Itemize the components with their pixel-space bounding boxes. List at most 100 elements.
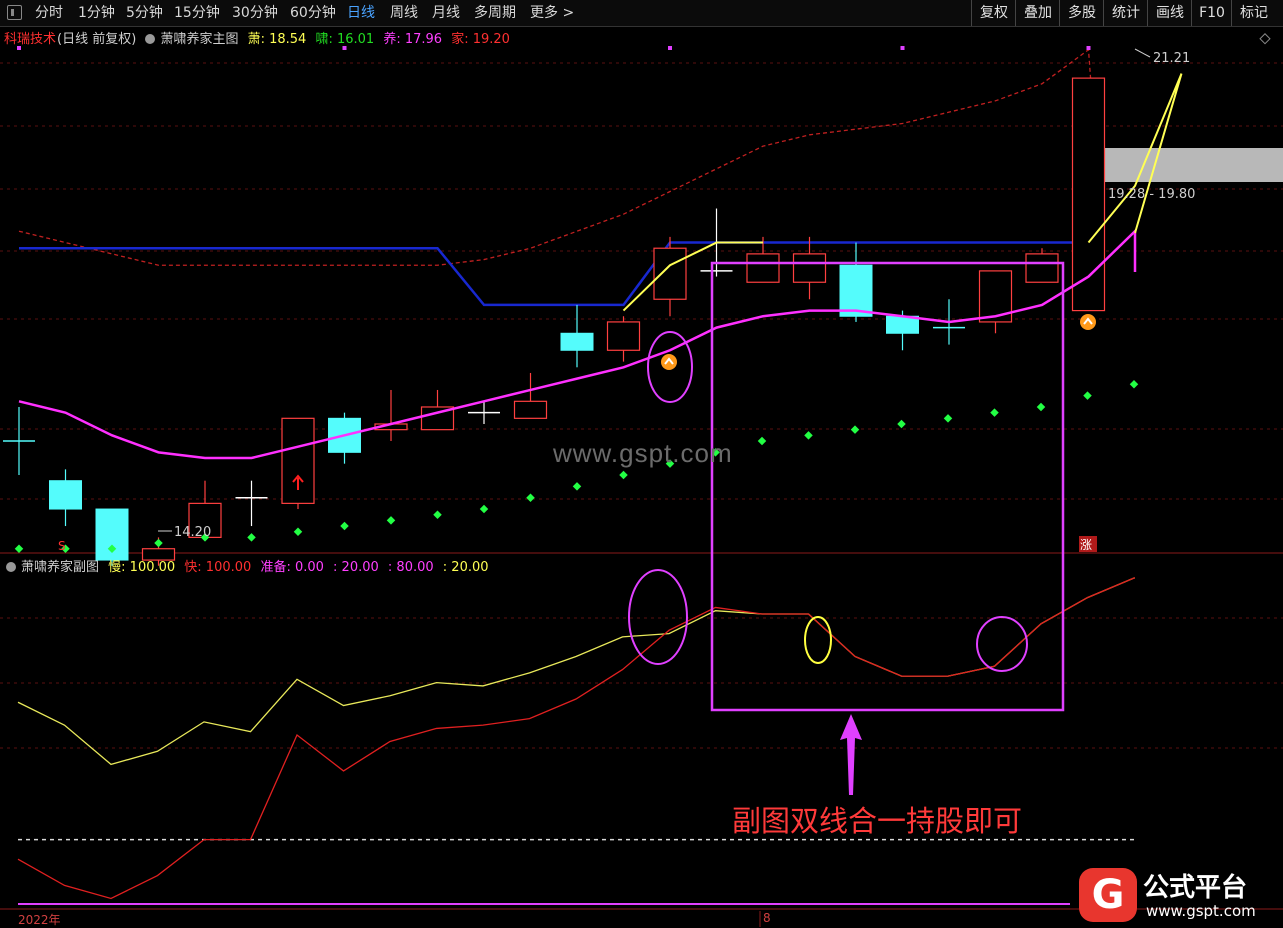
- green-dot: [247, 533, 256, 542]
- top-dot: [668, 46, 672, 50]
- month-label: 8: [763, 911, 771, 925]
- kline-chart[interactable]: S 涨 21.21 14.20 19.28 - 19.80: [0, 26, 1283, 927]
- green-dot: [1083, 391, 1092, 400]
- blue-line: [19, 241, 1089, 307]
- highlight-ellipse: [804, 616, 832, 664]
- top-dot: [1086, 46, 1091, 50]
- legend-20a: : 20.00: [333, 560, 379, 575]
- menu-toggle-icon[interactable]: [7, 5, 22, 20]
- sub-indicator-name[interactable]: 萧啸养家副图: [21, 560, 99, 575]
- s-marker: S: [58, 539, 66, 553]
- logo-url: www.gspt.com: [1146, 902, 1256, 920]
- buy-signal-icon: [661, 354, 677, 370]
- price-band: [1105, 148, 1283, 182]
- candle-body: [513, 400, 548, 419]
- candle-body: [746, 253, 780, 283]
- pointer-arrow-icon: [840, 714, 862, 795]
- legend-20b: : 20.00: [442, 560, 489, 575]
- period-fenshi[interactable]: 分时: [35, 3, 63, 23]
- green-dot: [1036, 402, 1046, 412]
- sub-legend: 萧啸养家副图 慢: 100.00 快: 100.00 准备: 0.00 : 20…: [6, 556, 494, 575]
- candle-body: [49, 480, 82, 510]
- diamond-icon: [1259, 33, 1271, 45]
- period-30min[interactable]: 30分钟: [232, 3, 278, 23]
- candle: [560, 304, 594, 368]
- green-dot: [990, 408, 999, 417]
- main-indicator-name[interactable]: 萧啸养家主图: [160, 32, 238, 47]
- candle: [3, 406, 35, 476]
- statistics-button[interactable]: 统计: [1103, 0, 1148, 26]
- legend-jia: 家: 19.20: [451, 32, 510, 47]
- green-dot: [757, 436, 767, 446]
- top-dot: [900, 46, 905, 50]
- gspt-logo: G 公式平台 www.gspt.com: [1073, 864, 1283, 927]
- candle-body: [839, 264, 873, 317]
- candle: [49, 469, 82, 527]
- period-weekly[interactable]: 周线: [390, 3, 418, 23]
- green-dot: [154, 538, 163, 548]
- period-15min[interactable]: 15分钟: [174, 3, 220, 23]
- candle-body: [653, 247, 687, 300]
- price-range-label: 19.28 - 19.80: [1108, 187, 1195, 202]
- gear-icon[interactable]: [145, 34, 156, 44]
- period-60min[interactable]: 60分钟: [290, 3, 336, 23]
- draw-line-button[interactable]: 画线: [1147, 0, 1192, 26]
- green-dot: [526, 493, 535, 502]
- high-price-label: 21.21: [1153, 51, 1190, 66]
- mark-button[interactable]: 标记: [1231, 0, 1276, 26]
- zhang-marker: 涨: [1080, 537, 1092, 552]
- buy-signal-icon: [1080, 314, 1096, 330]
- fuquan-button[interactable]: 复权: [971, 0, 1016, 26]
- multi-stock-button[interactable]: 多股: [1059, 0, 1104, 26]
- highlight-ellipse: [628, 569, 688, 665]
- candle: [235, 480, 268, 527]
- green-dot: [386, 516, 396, 525]
- green-dot: [850, 425, 860, 434]
- candle: [606, 316, 641, 362]
- candle: [513, 372, 548, 419]
- top-toolbar: 分时 1分钟 5分钟 15分钟 30分钟 60分钟 日线 周线 月线 多周期 更…: [0, 0, 1283, 27]
- logo-name: 公式平台: [1143, 873, 1248, 903]
- candle: [281, 417, 315, 510]
- leader-line: [1134, 48, 1151, 58]
- annotation-text: 副图双线合一持股即可: [732, 804, 1023, 838]
- legend-80: : 80.00: [387, 560, 434, 575]
- period-multi[interactable]: 多周期: [474, 3, 516, 23]
- main-legend: 科瑞技术(日线 前复权) 萧啸养家主图 萧: 18.54 啸: 16.01 养:…: [4, 28, 515, 47]
- green-dot: [897, 419, 906, 429]
- low-price-label: 14.20: [174, 525, 211, 540]
- green-dot: [479, 504, 489, 514]
- f10-button[interactable]: F10: [1191, 0, 1232, 26]
- candle: [978, 270, 1013, 334]
- legend-yang: 养: 17.96: [383, 32, 443, 47]
- candle-body: [560, 332, 594, 351]
- stock-name: 科瑞技术: [4, 32, 57, 47]
- green-dot: [572, 482, 582, 491]
- candle: [1025, 248, 1059, 283]
- candle-body: [281, 417, 315, 504]
- period-5min[interactable]: 5分钟: [126, 3, 163, 23]
- green-dot: [433, 510, 442, 519]
- green-dot: [340, 521, 349, 531]
- legend-fast: 快: 100.00: [184, 560, 252, 575]
- green-dot: [1129, 380, 1139, 389]
- gear-icon[interactable]: [6, 562, 16, 572]
- candle-body: [606, 321, 641, 351]
- legend-xiao-2: 啸: 16.01: [315, 32, 375, 47]
- period-monthly[interactable]: 月线: [432, 3, 460, 23]
- green-dot: [14, 544, 24, 553]
- period-1min[interactable]: 1分钟: [78, 3, 115, 23]
- legend-ready: 准备: 0.00: [260, 560, 324, 575]
- overlay-button[interactable]: 叠加: [1015, 0, 1060, 26]
- chart-mode: (日线 前复权): [57, 32, 137, 47]
- year-label: 2022年: [18, 913, 61, 927]
- candle-body: [1025, 253, 1059, 283]
- legend-xiao-1: 萧: 18.54: [247, 32, 307, 47]
- slow-line: [17, 577, 1135, 766]
- period-daily[interactable]: 日线: [347, 3, 375, 23]
- candle: [374, 389, 408, 441]
- green-dot: [943, 414, 953, 423]
- candle: [792, 236, 827, 300]
- legend-slow: 慢: 100.00: [108, 560, 176, 575]
- period-more[interactable]: 更多 >: [530, 3, 574, 23]
